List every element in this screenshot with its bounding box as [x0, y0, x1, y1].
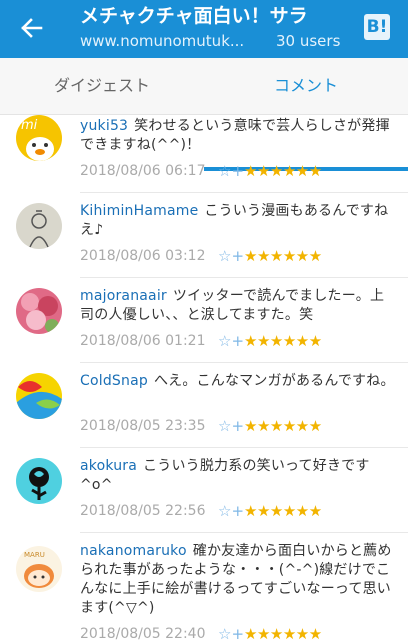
page-title: メチャクチャ面白い！サラ [80, 5, 308, 27]
comment-text: nakanomaruko 確か友達から面白いからと薦められた事があったような・・・… [80, 542, 398, 618]
flower-avatar-icon [16, 288, 62, 334]
page-domain[interactable]: www.nomunomutuk... [80, 31, 260, 51]
add-star-icon[interactable]: ☆+ [218, 246, 244, 266]
colorful-avatar-icon [16, 373, 62, 419]
comment-body: へえ。こんなマンガがあるんですね。 [153, 373, 395, 389]
tab-bar: ダイジェスト コメント [0, 58, 408, 171]
comment-list[interactable]: mi yuki53 笑わせるという意味で芸人らしさが発揮できますね(^^)！ 20… [0, 115, 408, 640]
star-rating: ★★★★★★ [244, 332, 322, 350]
divider [80, 192, 408, 193]
svg-text:mi: mi [21, 118, 38, 133]
app-bar: メチャクチャ面白い！サラ www.nomunomutuk... 30 users… [0, 0, 408, 58]
add-star-icon[interactable]: ☆+ [218, 624, 244, 640]
divider [80, 532, 408, 533]
divider [80, 362, 408, 363]
divider [80, 447, 408, 448]
svg-text:MARU: MARU [24, 551, 45, 559]
sketch-avatar-icon [16, 203, 62, 249]
star-rating: ★★★★★★ [244, 417, 322, 435]
comment-meta: 2018/08/06 03:12 ☆+ ★★★★★★ [80, 246, 398, 266]
hatena-bookmark-button[interactable]: B! [364, 14, 390, 40]
comment-text: KihiminHamame こういう漫画もあるんですねえ♪ [80, 202, 398, 240]
comment-text: yuki53 笑わせるという意味で芸人らしさが発揮できますね(^^)！ [80, 117, 398, 155]
comment-meta: 2018/08/05 22:56 ☆+ ★★★★★★ [80, 501, 398, 521]
avatar[interactable] [16, 203, 62, 249]
comment-meta: 2018/08/06 01:21 ☆+ ★★★★★★ [80, 331, 398, 351]
character-avatar-icon: MARU [16, 546, 62, 592]
comment-username[interactable]: ColdSnap [80, 373, 148, 389]
avatar[interactable] [16, 373, 62, 419]
comment-date: 2018/08/06 03:12 [80, 248, 206, 264]
star-rating: ★★★★★★ [244, 625, 322, 640]
add-star-icon[interactable]: ☆+ [218, 331, 244, 351]
comment-meta: 2018/08/05 23:35 ☆+ ★★★★★★ [80, 416, 398, 436]
avatar[interactable]: mi [16, 115, 62, 161]
comment-date: 2018/08/05 23:35 [80, 418, 206, 434]
tab-comments[interactable]: コメント [204, 58, 408, 114]
comment-date: 2018/08/06 01:21 [80, 333, 206, 349]
comment-text: akokura こういう脱力系の笑いって好きです^o^ [80, 457, 398, 495]
add-star-icon[interactable]: ☆+ [218, 501, 244, 521]
avatar[interactable] [16, 288, 62, 334]
star-rating: ★★★★★★ [244, 502, 322, 520]
comment-date: 2018/08/05 22:40 [80, 626, 206, 640]
comment-username[interactable]: yuki53 [80, 118, 128, 134]
comment-meta: 2018/08/06 06:17 ☆+ ★★★★★★ [80, 161, 398, 181]
comment-date: 2018/08/06 06:17 [80, 163, 206, 179]
rose-avatar-icon [16, 458, 62, 504]
comment-username[interactable]: majoranaair [80, 288, 167, 304]
duck-avatar-icon: mi [16, 115, 62, 161]
comment-username[interactable]: KihiminHamame [80, 203, 198, 219]
back-button[interactable] [14, 10, 50, 46]
add-star-icon[interactable]: ☆+ [218, 416, 244, 436]
avatar[interactable]: MARU [16, 546, 62, 592]
tab-digest[interactable]: ダイジェスト [0, 58, 204, 114]
divider [80, 277, 408, 278]
add-star-icon[interactable]: ☆+ [218, 161, 244, 181]
comment-username[interactable]: nakanomaruko [80, 543, 187, 559]
user-count: 30 users [276, 32, 341, 50]
back-arrow-icon [21, 18, 43, 38]
comment-text: ColdSnap へえ。こんなマンガがあるんですね。 [80, 372, 398, 391]
avatar[interactable] [16, 458, 62, 504]
star-rating: ★★★★★★ [244, 162, 322, 180]
comment-meta: 2018/08/05 22:40 ☆+ ★★★★★★ [80, 624, 398, 640]
comment-text: majoranaair ツイッターで読んでましたー。上司の人優しい、、と涙してます… [80, 287, 398, 325]
comment-date: 2018/08/05 22:56 [80, 503, 206, 519]
comment-username[interactable]: akokura [80, 458, 137, 474]
star-rating: ★★★★★★ [244, 247, 322, 265]
